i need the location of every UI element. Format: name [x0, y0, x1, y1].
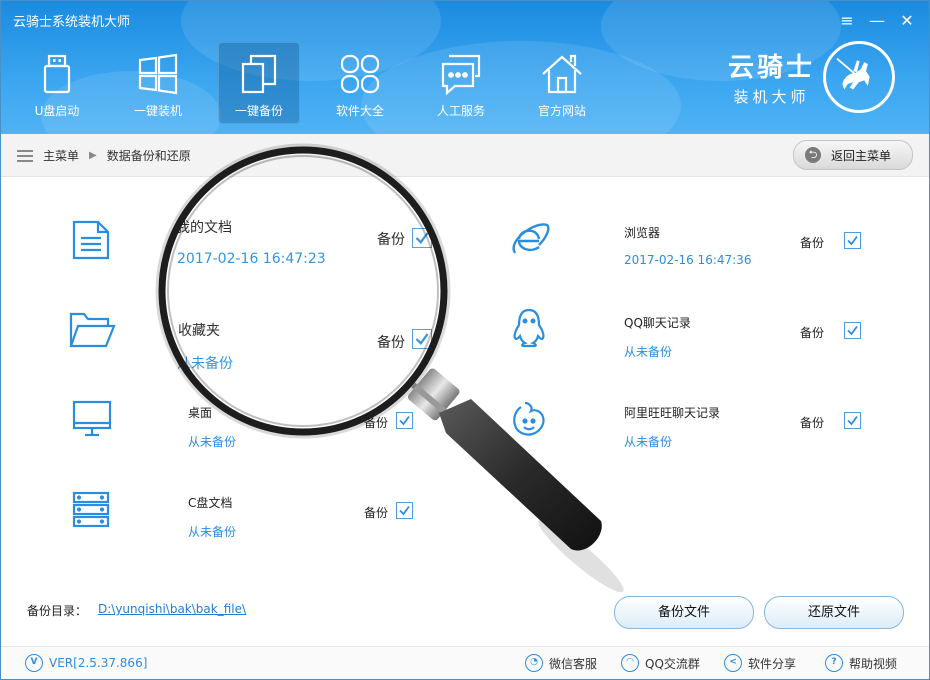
backup-label: 备份 — [364, 506, 389, 520]
apps-grid-icon — [340, 54, 380, 94]
back-button-label: 返回主菜单 — [831, 148, 892, 163]
return-arrow-icon: ⮌ — [805, 147, 821, 163]
backup-label: 备份 — [364, 416, 389, 430]
list-menu-icon — [17, 149, 33, 162]
nav-label: 一键备份 — [234, 104, 283, 118]
folder-icon — [69, 312, 116, 348]
brand-logo: 云骑士 装机大师 — [728, 41, 895, 113]
backup-label: 备份 — [377, 232, 405, 248]
item-status: 从未备份 — [188, 525, 237, 539]
version-v-icon: V — [25, 654, 43, 672]
breadcrumb-root[interactable]: 主菜单 — [43, 147, 79, 164]
footer-link-label: 微信客服 — [549, 656, 598, 671]
minimize-icon[interactable]: — — [865, 9, 889, 33]
knight-logo-icon — [823, 41, 895, 113]
document-icon — [72, 220, 110, 260]
nav-label: 人工服务 — [436, 104, 485, 118]
item-status: 2017-02-16 16:47:23 — [177, 251, 326, 267]
breadcrumb-current: 数据备份和还原 — [106, 149, 191, 163]
footer: V VER[2.5.37.866] ◔ 微信客服 ◠ QQ交流群 < 软件分享 … — [1, 646, 929, 679]
home-icon — [542, 54, 582, 94]
footer-link-label: 帮助视频 — [849, 656, 898, 671]
help-icon: ? — [825, 654, 843, 672]
backup-checkbox[interactable] — [396, 412, 413, 429]
item-status: 2017-02-16 16:47:36 — [624, 253, 752, 267]
share-icon: < — [724, 654, 742, 672]
usb-drive-icon — [43, 54, 71, 94]
nav-label: U盘启动 — [34, 104, 80, 118]
wechat-icon: ◔ — [525, 654, 543, 672]
nav-label: 一键装机 — [133, 104, 182, 118]
brand-subtitle: 装机大师 — [733, 88, 810, 106]
menu-icon[interactable]: ≡ — [835, 9, 859, 33]
footer-wechat-support[interactable]: ◔ 微信客服 — [525, 654, 597, 672]
window-controls: ≡ — ✕ — [835, 9, 919, 33]
chat-icon — [441, 54, 481, 96]
header: 云骑士系统装机大师 ≡ — ✕ U盘启动 一键装机 一键备份 软件大全 人工服务… — [1, 1, 929, 134]
ie-browser-icon — [512, 223, 550, 254]
nav-usb-boot[interactable]: U盘启动 — [16, 42, 98, 124]
nav-official-site[interactable]: 官方网站 — [521, 42, 603, 124]
breadcrumb: 主菜单 ▶ 数据备份和还原 ⮌ 返回主菜单 — [1, 134, 929, 177]
nav-manual-service[interactable]: 人工服务 — [420, 42, 502, 124]
qq-penguin-icon — [513, 308, 545, 348]
backup-checkbox[interactable] — [844, 322, 861, 339]
backup-checkbox[interactable] — [412, 329, 432, 349]
item-status: 从未备份 — [188, 435, 237, 449]
item-name: 浏览器 — [624, 226, 661, 240]
backup-files-button[interactable]: 备份文件 — [614, 596, 754, 629]
back-to-main-button[interactable]: ⮌ 返回主菜单 — [793, 140, 913, 170]
backup-dir-path-link[interactable]: D:\yunqishi\bak\bak_file\ — [98, 602, 246, 616]
backup-label: 备份 — [377, 335, 405, 351]
backup-label: 备份 — [800, 416, 825, 430]
breadcrumb-arrow-icon: ▶ — [89, 150, 97, 161]
restore-files-button[interactable]: 还原文件 — [764, 596, 904, 629]
version-info: V VER[2.5.37.866] — [25, 654, 147, 672]
qq-group-icon: ◠ — [621, 654, 639, 672]
item-name: 收藏夹 — [178, 323, 220, 339]
item-name: 阿里旺旺聊天记录 — [624, 406, 721, 420]
item-status: 从未备份 — [624, 435, 673, 449]
nav-software[interactable]: 软件大全 — [319, 42, 401, 124]
backup-checkbox[interactable] — [844, 412, 861, 429]
footer-link-label: QQ交流群 — [645, 656, 700, 671]
item-status: 从未备份 — [177, 356, 233, 372]
footer-qq-group[interactable]: ◠ QQ交流群 — [621, 654, 700, 672]
item-name: C盘文档 — [188, 496, 233, 510]
footer-link-label: 软件分享 — [748, 656, 797, 671]
close-icon[interactable]: ✕ — [895, 9, 919, 33]
wangwang-icon — [513, 401, 545, 436]
nav-label: 官方网站 — [537, 104, 586, 118]
footer-help-video[interactable]: ? 帮助视频 — [825, 654, 897, 672]
nav-one-click-backup[interactable]: 一键备份 — [218, 42, 300, 124]
version-text: VER[2.5.37.866] — [49, 656, 148, 670]
app-window: 云骑士系统装机大师 ≡ — ✕ U盘启动 一键装机 一键备份 软件大全 人工服务… — [0, 0, 930, 680]
app-title: 云骑士系统装机大师 — [13, 15, 131, 30]
backup-label: 备份 — [800, 326, 825, 340]
copy-icon — [241, 54, 277, 94]
nav-one-click-install[interactable]: 一键装机 — [117, 42, 199, 124]
backup-checkbox[interactable] — [844, 232, 861, 249]
windows-icon — [138, 53, 178, 95]
backup-checkbox[interactable] — [412, 228, 432, 248]
monitor-icon — [72, 400, 112, 437]
item-name: 桌面 — [188, 406, 213, 420]
main-nav: U盘启动 一键装机 一键备份 软件大全 人工服务 官方网站 — [16, 42, 622, 124]
nav-label: 软件大全 — [335, 104, 384, 118]
footer-share-software[interactable]: < 软件分享 — [724, 654, 796, 672]
item-name: 我的文档 — [176, 220, 232, 236]
brand-name: 云骑士 — [727, 53, 815, 83]
backup-dir-label: 备份目录： — [27, 604, 88, 618]
item-name: QQ聊天记录 — [624, 316, 691, 330]
server-icon — [72, 491, 110, 528]
item-status: 从未备份 — [624, 345, 673, 359]
backup-label: 备份 — [800, 236, 825, 250]
backup-checkbox[interactable] — [396, 502, 413, 519]
